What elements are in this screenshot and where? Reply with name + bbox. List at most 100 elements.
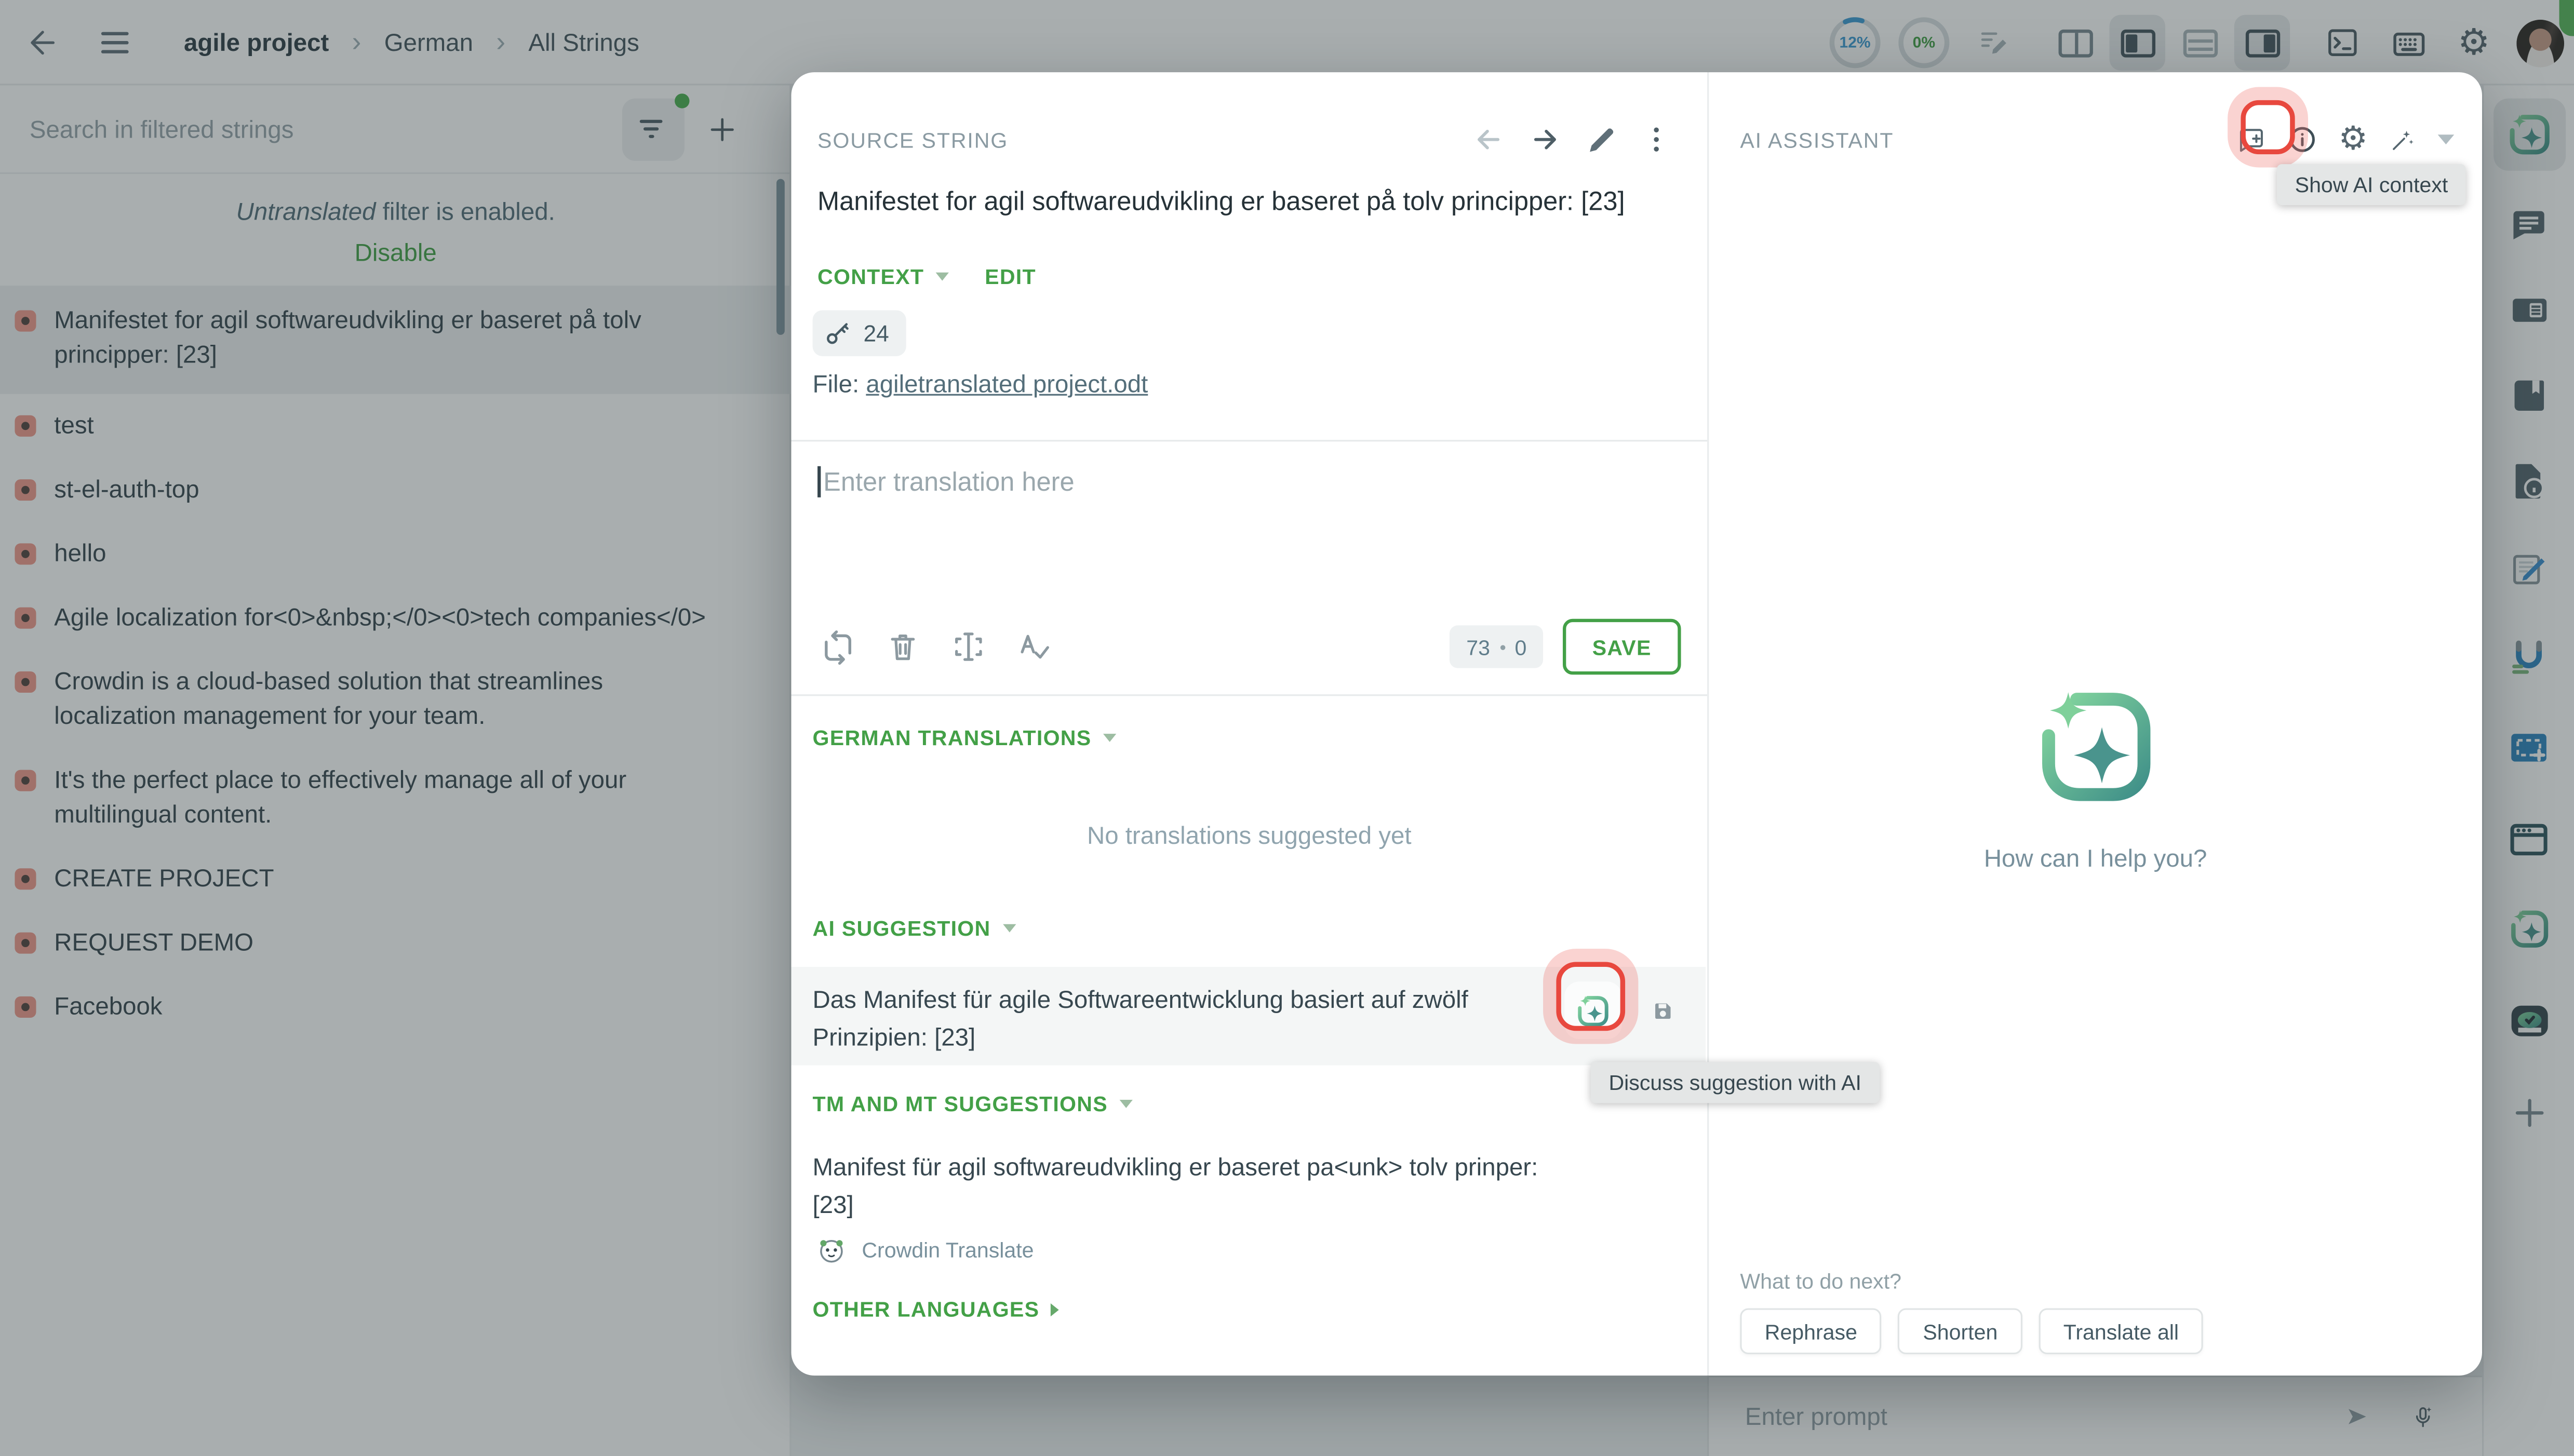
auto-fix-button[interactable] <box>2379 115 2426 164</box>
ai-sparkle-icon <box>2506 906 2552 952</box>
discuss-suggestion-button[interactable] <box>1564 981 1622 1039</box>
next-string-button[interactable] <box>1517 115 1572 164</box>
shorten-button[interactable]: Shorten <box>1898 1308 2022 1354</box>
tool-comments[interactable] <box>2493 189 2565 261</box>
context-toggle[interactable]: CONTEXT <box>817 264 949 289</box>
list-item[interactable]: Agile localization for<0>&nbsp;</0><0>te… <box>0 586 791 650</box>
show-ai-context-button[interactable] <box>2277 115 2328 164</box>
assistant-more-button[interactable] <box>2426 115 2466 164</box>
list-item[interactable]: Manifestet for agil softwareudvikling er… <box>0 286 791 394</box>
tool-review[interactable] <box>2493 985 2565 1057</box>
tool-screenshot[interactable] <box>2493 711 2565 783</box>
view-horizontal-button[interactable] <box>2172 15 2228 70</box>
tm-provider-label: Crowdin Translate <box>862 1238 1034 1262</box>
untranslated-status-icon <box>15 310 36 331</box>
avatar[interactable] <box>2516 19 2564 66</box>
breadcrumb-language[interactable]: German <box>384 29 473 57</box>
main-menu-button[interactable] <box>85 13 144 72</box>
list-item[interactable]: Crowdin is a cloud-based solution that s… <box>0 650 791 749</box>
translations-section-toggle[interactable]: GERMAN TRANSLATIONS <box>813 725 1116 750</box>
string-menu-button[interactable] <box>1628 115 1684 164</box>
list-item-text: test <box>54 412 93 440</box>
breadcrumb-project[interactable]: agile project <box>184 29 329 57</box>
gear-icon <box>2458 24 2490 61</box>
pencil-icon <box>1584 123 1618 157</box>
notes-edit-icon <box>2508 548 2550 591</box>
send-prompt-button[interactable] <box>2335 1394 2381 1440</box>
apply-suggestion-button[interactable] <box>1642 990 1684 1032</box>
voice-input-button[interactable] <box>2400 1394 2446 1440</box>
tool-glossary[interactable] <box>2493 359 2565 432</box>
list-item-text: st-el-auth-top <box>54 476 199 504</box>
view-left-panel-button[interactable] <box>2110 15 2165 70</box>
ai-assistant-icon <box>2504 110 2554 159</box>
ai-sparkle-icon <box>1574 989 1612 1032</box>
clear-translation-button[interactable] <box>873 619 932 675</box>
list-item[interactable]: st-el-auth-top <box>0 458 791 522</box>
view-right-panel-button[interactable] <box>2234 15 2290 70</box>
tool-context-info[interactable] <box>2493 445 2565 517</box>
translate-all-button[interactable]: Translate all <box>2039 1308 2203 1354</box>
save-button[interactable]: SAVE <box>1563 619 1681 675</box>
tool-machine-translation[interactable] <box>2493 622 2565 694</box>
strings-list: Manifestet for agil softwareudvikling er… <box>0 286 791 1456</box>
tm-suggestion-text[interactable]: Manifest für agil softwareudvikling er b… <box>813 1149 1568 1224</box>
list-item[interactable]: It's the perfect place to effectively ma… <box>0 749 791 847</box>
shortcuts-button[interactable] <box>2379 13 2438 72</box>
breadcrumb-view[interactable]: All Strings <box>528 29 639 57</box>
disable-filter-link[interactable]: Disable <box>345 238 447 269</box>
settings-button[interactable] <box>2444 13 2503 72</box>
console-button[interactable] <box>2313 13 2372 72</box>
breadcrumb: agile project German All Strings <box>184 26 639 59</box>
prompt-input[interactable] <box>1742 1392 2284 1441</box>
string-key-chip[interactable]: 24 <box>813 310 906 356</box>
left-panel-icon <box>2120 29 2154 57</box>
tm-section-toggle[interactable]: TM AND MT SUGGESTIONS <box>813 1091 1133 1116</box>
tool-notes[interactable] <box>2493 533 2565 605</box>
search-row <box>0 85 789 174</box>
other-languages-toggle[interactable]: OTHER LANGUAGES <box>813 1297 1060 1321</box>
list-item[interactable]: test <box>0 394 791 458</box>
chevron-down-icon <box>2438 134 2455 144</box>
assistant-empty-state: How can I help you? <box>1709 680 2482 873</box>
gear-icon <box>2339 123 2368 156</box>
rephrase-button[interactable]: Rephrase <box>1740 1308 1882 1354</box>
floppy-save-icon <box>1652 993 1674 1030</box>
machine-translation-icon <box>2506 636 2551 680</box>
list-item[interactable]: Facebook <box>0 975 791 1039</box>
breadcrumb-separator-icon <box>496 26 505 59</box>
filter-button[interactable] <box>622 99 685 161</box>
file-row: File: agiletranslated project.odt <box>813 371 1148 399</box>
tool-translation-memory[interactable] <box>2493 274 2565 346</box>
tool-preview-window[interactable] <box>2493 803 2565 875</box>
new-chat-button[interactable] <box>2226 115 2277 164</box>
tool-ai-assistant[interactable] <box>2493 99 2565 171</box>
list-item[interactable]: hello <box>0 522 791 586</box>
view-side-by-side-button[interactable] <box>2047 15 2102 70</box>
back-button[interactable] <box>13 13 72 72</box>
edit-source-button[interactable] <box>1573 115 1628 164</box>
proofread-mode-button[interactable] <box>1965 13 2024 72</box>
ai-suggestion-row[interactable]: Das Manifest für agile Softwareentwicklu… <box>791 967 1706 1066</box>
list-item[interactable]: CREATE PROJECT <box>0 847 791 911</box>
tool-ai-suggestions[interactable] <box>2493 893 2565 965</box>
search-input[interactable] <box>26 105 585 154</box>
list-item-text: Manifestet for agil softwareudvikling er… <box>54 307 641 369</box>
list-item[interactable]: REQUEST DEMO <box>0 911 791 975</box>
edit-context-link[interactable]: EDIT <box>985 264 1036 289</box>
translated-progress-badge[interactable]: 12% <box>1827 15 1883 70</box>
ai-assistant-panel: AI ASSISTANT <box>1709 72 2482 1376</box>
select-text-button[interactable] <box>939 619 998 675</box>
list-scrollbar[interactable] <box>776 179 785 335</box>
add-string-button[interactable] <box>696 103 748 156</box>
approved-progress-badge[interactable]: 0% <box>1896 15 1952 70</box>
assistant-settings-button[interactable] <box>2328 115 2379 164</box>
tool-add-panel[interactable] <box>2493 1077 2565 1149</box>
ai-suggestion-section-toggle[interactable]: AI SUGGESTION <box>813 916 1015 940</box>
file-link[interactable]: agiletranslated project.odt <box>866 371 1148 399</box>
spellcheck-button[interactable] <box>1004 619 1064 675</box>
translation-input[interactable]: Enter translation here <box>817 466 1681 598</box>
previous-string-button[interactable] <box>1461 115 1517 164</box>
char-word-counter: 73 0 <box>1450 625 1543 668</box>
copy-source-button[interactable] <box>808 619 867 675</box>
